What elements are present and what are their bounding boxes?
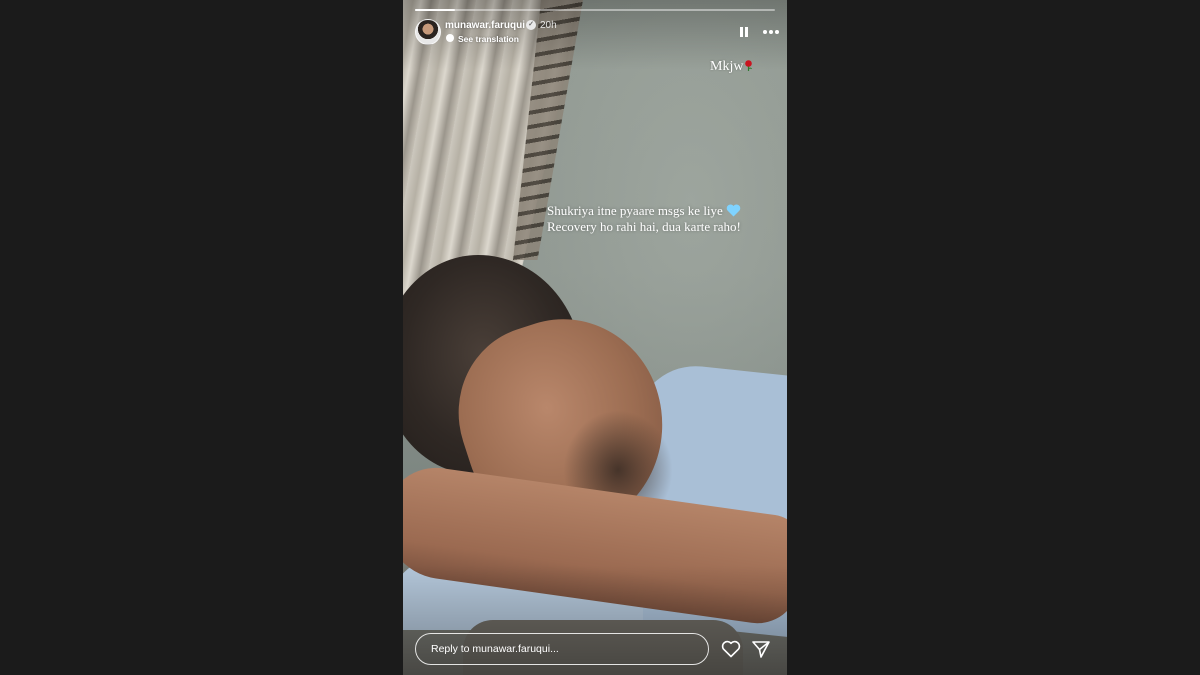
light-blue-heart-icon xyxy=(726,204,741,217)
story-caption: Shukriya itne pyaare msgs ke liye Recove… xyxy=(547,203,777,235)
share-button[interactable] xyxy=(751,639,771,659)
rose-icon xyxy=(745,60,753,71)
reply-placeholder: Reply to munawar.faruqui... xyxy=(431,643,559,655)
pause-icon xyxy=(740,27,748,37)
page: munawar.faruqui ✓ 20h See translation Mk… xyxy=(0,0,1200,675)
pause-button[interactable] xyxy=(737,25,751,39)
username[interactable]: munawar.faruqui xyxy=(445,20,525,31)
caption-line-1-text: Shukriya itne pyaare msgs ke liye xyxy=(547,203,723,218)
story-progress-fill xyxy=(415,9,455,11)
more-options-button[interactable] xyxy=(762,25,780,39)
story-viewer[interactable]: munawar.faruqui ✓ 20h See translation Mk… xyxy=(403,0,787,675)
post-time: 20h xyxy=(540,20,557,31)
caption-line-1: Shukriya itne pyaare msgs ke liye xyxy=(547,203,777,219)
like-button[interactable] xyxy=(721,640,741,658)
translate-icon xyxy=(446,34,454,42)
story-progress-bar xyxy=(415,9,775,11)
reply-input[interactable]: Reply to munawar.faruqui... xyxy=(415,633,709,665)
story-header: munawar.faruqui ✓ 20h See translation xyxy=(415,19,779,47)
story-sticker-text: Mkjw xyxy=(710,59,753,75)
more-options-icon xyxy=(763,30,779,34)
send-icon xyxy=(752,641,770,658)
see-translation-link[interactable]: See translation xyxy=(458,34,519,44)
avatar[interactable] xyxy=(415,19,441,45)
verified-badge-icon: ✓ xyxy=(526,20,536,30)
heart-icon xyxy=(721,640,741,658)
caption-line-2: Recovery ho rahi hai, dua karte raho! xyxy=(547,219,741,234)
sticker-text-label: Mkjw xyxy=(710,59,744,74)
